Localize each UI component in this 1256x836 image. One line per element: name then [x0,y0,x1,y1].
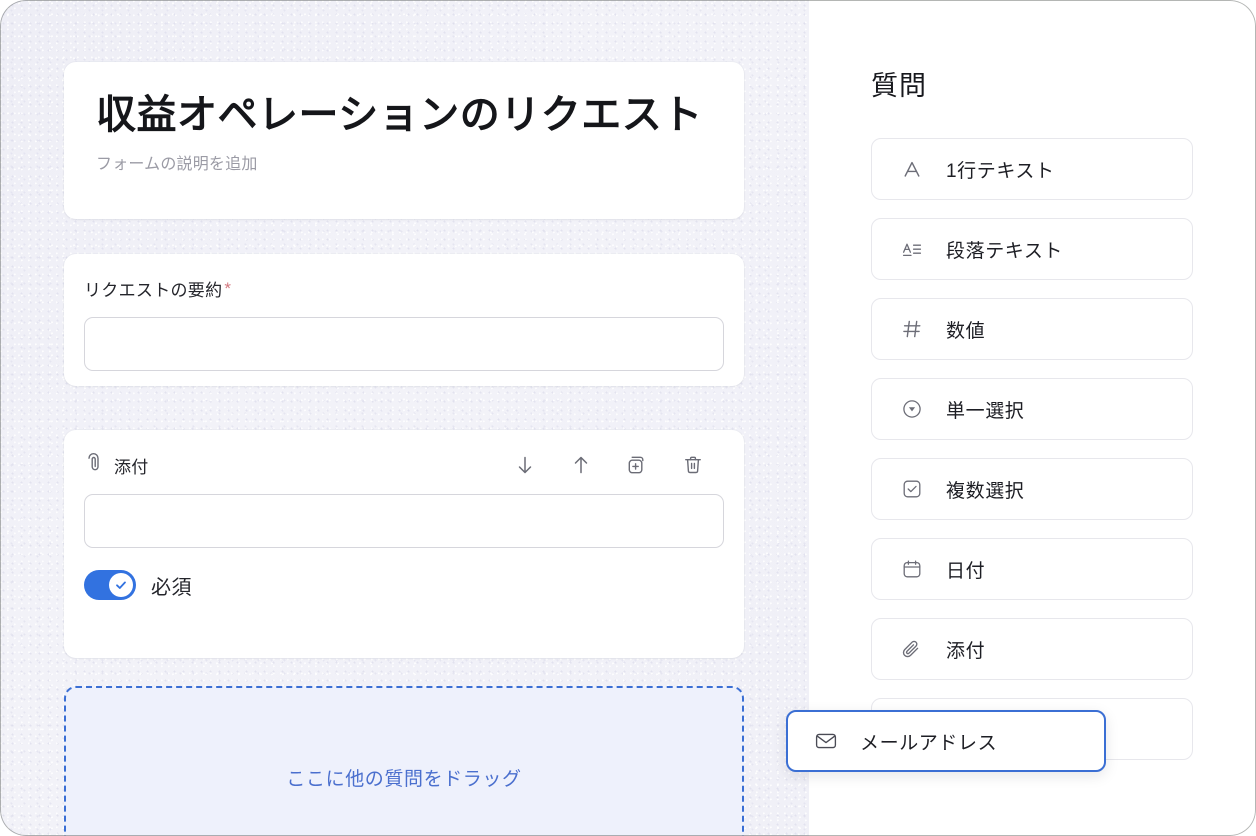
dragged-question-label: メールアドレス [860,732,998,754]
calendar-icon [900,557,924,581]
palette-item-label: 1行テキスト [946,160,1055,182]
question-input-summary[interactable] [84,317,724,371]
question-dropzone[interactable]: ここに他の質問をドラッグ [64,686,744,836]
palette-item-label: 数値 [946,320,986,342]
palette-item-number[interactable]: 数値 [871,298,1193,360]
question-label-summary: リクエストの要約 * [84,276,724,301]
required-asterisk: * [224,278,232,298]
question-input-attachment[interactable] [84,494,724,548]
envelope-icon [814,729,838,753]
paperclip-icon [84,452,103,478]
text-a-icon [900,157,924,181]
paragraph-icon [900,237,924,261]
question-card-attachment[interactable]: 添付 必須 [64,430,744,658]
palette-item-label: 添付 [946,640,986,662]
form-title[interactable]: 収益オペレーションのリクエスト [96,92,712,138]
paperclip-slanted-icon [900,637,924,661]
palette-item-label: 単一選択 [946,400,1025,422]
hash-icon [900,317,924,341]
palette-item-short-text[interactable]: 1行テキスト [871,138,1193,200]
dragged-question-email[interactable]: メールアドレス [786,710,1106,772]
palette-item-label: 複数選択 [946,480,1025,502]
required-toggle-label: 必須 [151,576,192,599]
question-label-text: リクエストの要約 [84,281,223,300]
checkbox-icon [900,477,924,501]
palette-item-date[interactable]: 日付 [871,538,1193,600]
form-editor-pane: 収益オペレーションのリクエスト フォームの説明を追加 リクエストの要約 * 添付… [0,0,809,836]
delete-button[interactable] [682,454,704,476]
duplicate-button[interactable] [626,454,648,476]
palette-item-attachment[interactable]: 添付 [871,618,1193,680]
move-up-button[interactable] [570,454,592,476]
question-label-attachment: 添付 [114,457,149,477]
question-card-summary[interactable]: リクエストの要約 * [64,254,744,386]
question-title-attachment: 添付 [84,452,149,478]
form-header-card[interactable]: 収益オペレーションのリクエスト フォームの説明を追加 [64,62,744,219]
app-root: 収益オペレーションのリクエスト フォームの説明を追加 リクエストの要約 * 添付… [0,0,1256,836]
question-toolbar [514,454,724,476]
dropdown-circle-icon [900,397,924,421]
panel-title: 質問 [871,71,927,101]
palette-item-paragraph[interactable]: 段落テキスト [871,218,1193,280]
form-description-placeholder[interactable]: フォームの説明を追加 [96,150,712,174]
palette-item-label: 日付 [946,560,986,582]
palette-item-single-select[interactable]: 単一選択 [871,378,1193,440]
palette-item-label: 段落テキスト [946,240,1064,262]
required-toggle[interactable] [84,570,136,600]
toggle-knob [109,573,133,597]
dropzone-label: ここに他の質問をドラッグ [286,769,522,790]
question-header-attachment: 添付 [84,452,724,478]
required-toggle-row: 必須 [84,570,724,600]
palette-item-multi-select[interactable]: 複数選択 [871,458,1193,520]
palette-list: 1行テキスト 段落テキスト 数値 単一選択 複数選択 日付 添付 [871,138,1193,778]
move-down-button[interactable] [514,454,536,476]
